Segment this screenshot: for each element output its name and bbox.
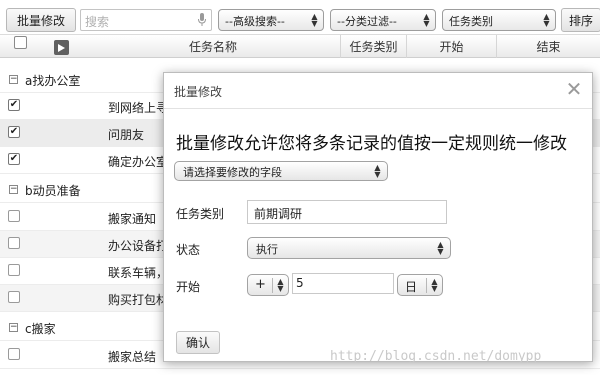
row-checkbox[interactable]: [8, 237, 20, 249]
batch-edit-dialog: 批量修改 ✕ 批量修改允许您将多条记录的值按一定规则统一修改 请选择要修改的字段…: [163, 72, 593, 362]
close-icon[interactable]: ✕: [564, 79, 584, 99]
updown-arrow-icon: ▲ ▼: [431, 277, 438, 293]
dialog-title: 批量修改: [174, 85, 223, 99]
group-label: a找办公室: [25, 74, 81, 88]
column-task-name[interactable]: 任务名称: [80, 35, 346, 58]
advanced-search-label: --高级搜索--: [225, 15, 285, 28]
task-type-label: 任务类别: [176, 207, 225, 221]
toolbar: 批量修改 搜索 --高级搜索-- ▲ ▼ --分类过滤-- ▲ ▼ 任务类别 ▲ ▼ …: [0, 0, 600, 34]
task-name: 确定办公室: [108, 155, 169, 169]
updown-arrow-icon: ▲ ▼: [543, 12, 550, 28]
row-checkbox[interactable]: ✔: [8, 99, 20, 111]
task-name: 搬家通知: [108, 212, 157, 226]
sort-button[interactable]: 排序: [561, 8, 600, 32]
task-name: 问朋友: [108, 128, 145, 142]
microphone-icon[interactable]: [197, 12, 207, 27]
status-label: 状态: [176, 243, 201, 257]
field-select-label: 请选择要修改的字段: [183, 166, 282, 179]
task-type-input[interactable]: 前期调研: [247, 200, 447, 224]
collapse-icon[interactable]: −: [9, 75, 18, 84]
status-value: 执行: [256, 243, 278, 256]
task-name: 办公设备打: [108, 239, 169, 253]
task-name: 联系车辆，: [108, 266, 169, 280]
task-name: 到网络上寻: [108, 101, 169, 115]
updown-arrow-icon: ▲ ▼: [423, 12, 430, 28]
divider: [426, 278, 427, 293]
status-select[interactable]: 执行 ▲ ▼: [247, 237, 451, 259]
batch-edit-button[interactable]: 批量修改: [6, 8, 76, 32]
row-checkbox[interactable]: ✔: [8, 153, 20, 165]
grid-header: 任务名称 任务类别 开始 结束: [0, 34, 600, 58]
confirm-button[interactable]: 确认: [176, 331, 220, 354]
row-checkbox[interactable]: [8, 264, 20, 276]
collapse-icon[interactable]: −: [9, 323, 18, 332]
dialog-header: 批量修改 ✕: [164, 73, 592, 109]
row-checkbox[interactable]: [8, 210, 20, 222]
row-checkbox[interactable]: [8, 348, 20, 360]
task-type-select[interactable]: 任务类别 ▲ ▼: [442, 9, 556, 31]
column-task-type[interactable]: 任务类别: [340, 35, 406, 58]
field-select[interactable]: 请选择要修改的字段 ▲ ▼: [174, 161, 388, 181]
updown-arrow-icon: ▲ ▼: [311, 12, 318, 28]
column-start[interactable]: 开始: [406, 35, 496, 58]
advanced-search-select[interactable]: --高级搜索-- ▲ ▼: [218, 9, 324, 31]
task-name: 搬家总结: [108, 350, 157, 364]
start-label: 开始: [176, 280, 201, 294]
collapse-icon[interactable]: −: [9, 185, 18, 194]
category-filter-label: --分类过滤--: [337, 15, 397, 28]
start-unit-select[interactable]: 日 ▲ ▼: [397, 274, 443, 296]
divider: [272, 278, 273, 293]
task-name: 购买打包材: [108, 293, 169, 307]
start-operator-select[interactable]: + ▲ ▼: [247, 274, 289, 296]
watermark: http://blog.csdn.net/domypp: [330, 349, 542, 364]
unit-value: 日: [405, 280, 418, 294]
operator-value: +: [255, 277, 266, 292]
play-icon[interactable]: [54, 40, 69, 55]
task-type-select-label: 任务类别: [449, 15, 493, 28]
start-amount-input[interactable]: 5: [292, 273, 394, 294]
group-label: b动员准备: [25, 184, 81, 198]
updown-arrow-icon: ▲ ▼: [437, 240, 444, 256]
dialog-heading: 批量修改允许您将多条记录的值按一定规则统一修改: [176, 134, 567, 154]
updown-arrow-icon: ▲ ▼: [277, 277, 284, 293]
category-filter-select[interactable]: --分类过滤-- ▲ ▼: [330, 9, 436, 31]
row-checkbox[interactable]: [8, 291, 20, 303]
row-checkbox[interactable]: ✔: [8, 126, 20, 138]
search-input[interactable]: 搜索: [80, 9, 212, 31]
search-placeholder: 搜索: [85, 15, 110, 29]
column-end[interactable]: 结束: [496, 35, 600, 58]
select-all-checkbox[interactable]: [14, 36, 27, 49]
group-label: c搬家: [25, 322, 56, 336]
updown-arrow-icon: ▲ ▼: [374, 163, 381, 179]
